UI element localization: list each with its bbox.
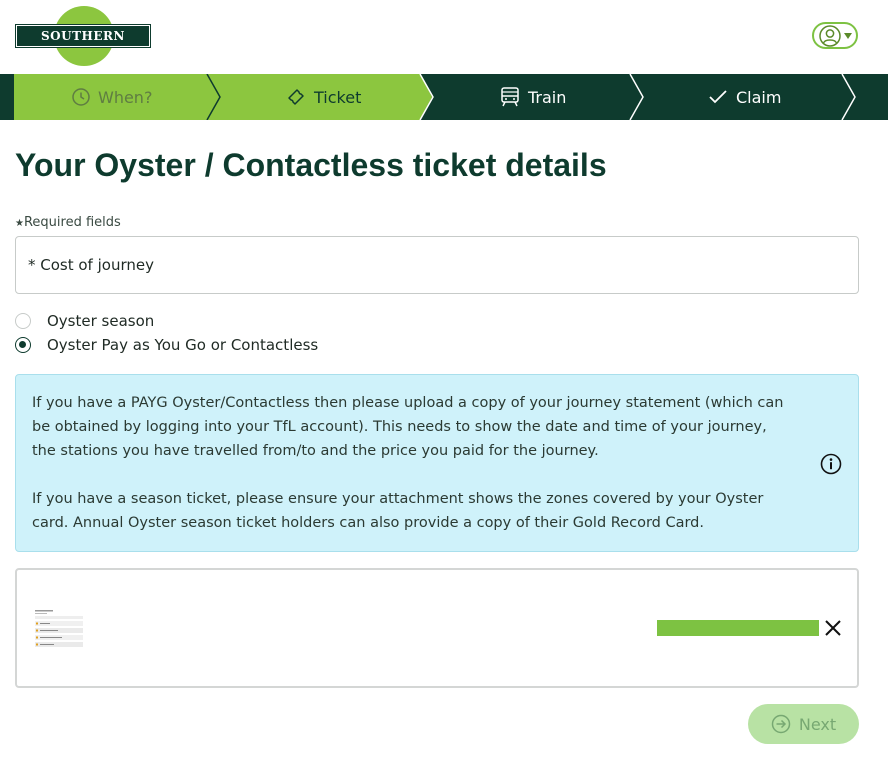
- info-paragraph: If you have a season ticket, please ensu…: [32, 491, 764, 531]
- step-claim-label: Claim: [736, 87, 782, 107]
- info-box: If you have a PAYG Oyster/Contactless th…: [15, 374, 859, 552]
- arrow-right-circle-icon: [771, 714, 791, 734]
- page-title: Your Oyster / Contactless ticket details: [15, 147, 607, 183]
- next-button-label: Next: [798, 714, 837, 734]
- file-upload-area[interactable]: [15, 568, 859, 688]
- close-icon[interactable]: [823, 618, 843, 638]
- next-button[interactable]: Next: [748, 704, 859, 744]
- step-claim: Claim: [708, 74, 781, 120]
- radio-oyster-payg[interactable]: Oyster Pay as You Go or Contactless: [15, 336, 318, 354]
- account-menu-button[interactable]: [812, 22, 858, 49]
- ticket-icon: [288, 89, 304, 105]
- info-icon: [820, 453, 842, 475]
- logo-text: SOUTHERN: [41, 29, 125, 43]
- step-when-label: When?: [98, 87, 153, 107]
- required-fields-label: Required fields: [23, 215, 121, 230]
- step-ticket[interactable]: Ticket: [286, 74, 361, 120]
- user-icon: [818, 24, 841, 47]
- site-header: SOUTHERN: [0, 0, 888, 74]
- upload-progress-fill: [657, 620, 819, 636]
- step-when[interactable]: When?: [72, 74, 152, 120]
- cost-of-journey-placeholder: * Cost of journey: [28, 256, 154, 274]
- uploaded-file-thumbnail[interactable]: [33, 608, 85, 650]
- step-train: Train: [500, 74, 566, 120]
- step-train-label: Train: [528, 87, 567, 107]
- radio-button-selected[interactable]: [15, 337, 31, 353]
- southern-logo[interactable]: SOUTHERN: [15, 6, 151, 66]
- radio-label: Oyster Pay as You Go or Contactless: [47, 336, 319, 354]
- cost-of-journey-input[interactable]: * Cost of journey: [15, 236, 859, 294]
- upload-progress-bar: [657, 620, 819, 636]
- info-paragraph: If you have a PAYG Oyster/Contactless th…: [32, 395, 784, 459]
- radio-button[interactable]: [15, 313, 31, 329]
- required-mark: ★: [15, 218, 24, 229]
- clock-icon: [72, 88, 90, 106]
- radio-label: Oyster season: [47, 312, 155, 330]
- progress-steps: When? Ticket Train Claim: [0, 74, 888, 120]
- chevron-down-icon: [843, 32, 852, 39]
- check-icon: [709, 90, 727, 104]
- train-icon: [501, 87, 519, 107]
- step-ticket-label: Ticket: [314, 87, 362, 107]
- radio-oyster-season[interactable]: Oyster season: [15, 312, 154, 330]
- required-fields-note: ★Required fields: [15, 215, 121, 230]
